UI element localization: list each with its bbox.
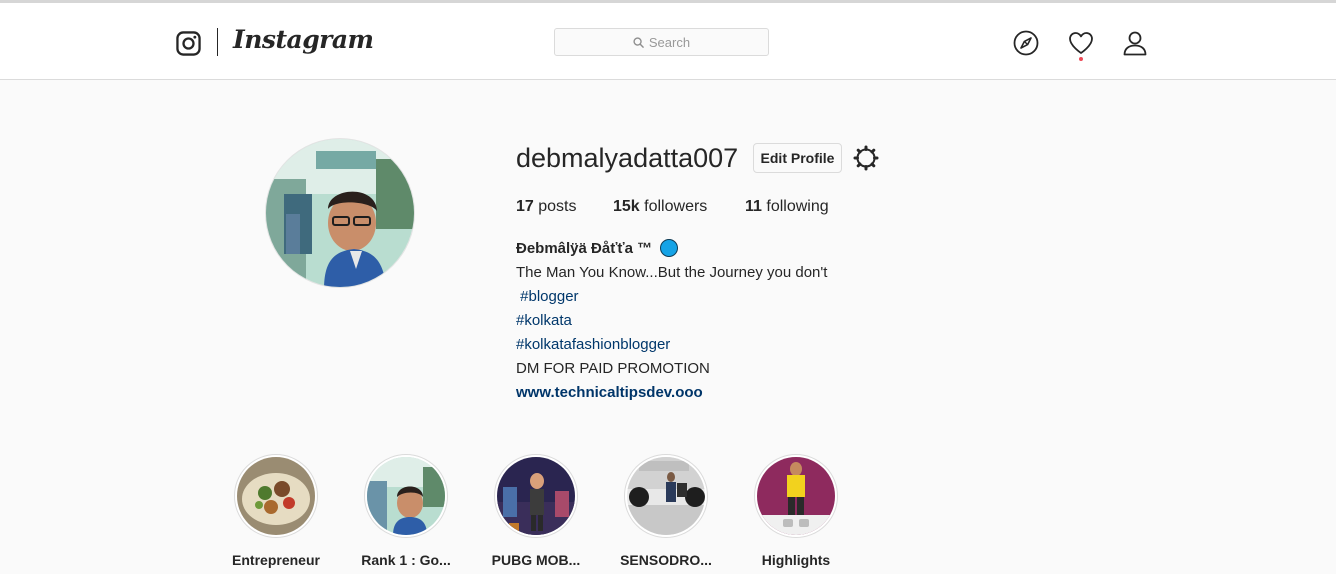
bio-tagline: The Man You Know...But the Journey you d… [516, 264, 828, 281]
search-input[interactable]: Search [554, 28, 769, 56]
bio-full-name: Ðebmâlÿä Ðåťťa ™ [516, 239, 679, 257]
highlight-label: Highlights [761, 552, 831, 568]
profile-avatar[interactable] [265, 138, 415, 288]
instagram-camera-icon[interactable] [176, 31, 201, 56]
highlight-cover [497, 457, 575, 535]
highlight-ring [624, 454, 708, 538]
highlight-sensodro[interactable]: SENSODRO... [606, 454, 726, 568]
bio-name-text: Ðebmâlÿä Ðåťťa ™ [516, 239, 653, 257]
posts-count: 17 posts [516, 198, 577, 216]
hashtag-kolkata[interactable]: #kolkata [516, 312, 572, 329]
posts-number: 17 [516, 198, 534, 215]
instagram-wordmark[interactable]: Instagram [233, 25, 374, 54]
following-number: 11 [745, 198, 762, 215]
posts-label: posts [538, 198, 577, 215]
notification-dot [1079, 57, 1083, 61]
highlight-label: SENSODRO... [620, 552, 712, 568]
highlight-ring [364, 454, 448, 538]
highlight-ring [754, 454, 838, 538]
highlight-label: PUBG MOB... [491, 552, 581, 568]
followers-number: 15k [613, 198, 640, 215]
profile-photo [266, 139, 414, 287]
highlight-rank-1[interactable]: Rank 1 : Go... [346, 454, 466, 568]
highlight-label: Entrepreneur [232, 552, 320, 568]
highlight-pubg-mobile[interactable]: PUBG MOB... [476, 454, 596, 568]
hashtag-kolkatafashionblogger[interactable]: #kolkatafashionblogger [516, 336, 670, 353]
bio-promotion-note: DM FOR PAID PROMOTION [516, 360, 710, 377]
search-placeholder: Search [648, 34, 691, 50]
hashtag-blogger[interactable]: #blogger [516, 288, 578, 305]
highlight-entrepreneur[interactable]: Entrepreneur [216, 454, 336, 568]
highlight-cover [367, 457, 445, 535]
highlight-cover [237, 457, 315, 535]
profile-user-icon[interactable] [1121, 29, 1149, 57]
highlight-ring [494, 454, 578, 538]
blue-circle-emoji-icon [660, 239, 679, 257]
highlight-label: Rank 1 : Go... [361, 552, 451, 568]
highlight-highlights[interactable]: Highlights [736, 454, 856, 568]
bio-website-link[interactable]: www.technicaltipsdev.ooo [516, 384, 703, 401]
profile-username: debmalyadatta007 [516, 143, 739, 173]
logo-divider [217, 28, 218, 56]
following-label: following [766, 198, 829, 215]
highlight-ring [234, 454, 318, 538]
followers-link[interactable]: 15k followers [613, 198, 707, 216]
search-icon [633, 36, 644, 48]
followers-label: followers [644, 198, 708, 215]
highlight-cover [627, 457, 705, 535]
explore-compass-icon[interactable] [1012, 29, 1040, 57]
settings-gear-icon[interactable] [853, 145, 879, 171]
top-navbar: Instagram Search [0, 3, 1336, 80]
highlight-cover [757, 457, 835, 535]
edit-profile-button[interactable]: Edit Profile [753, 143, 842, 173]
activity-heart-icon[interactable] [1067, 29, 1095, 57]
following-link[interactable]: 11 following [745, 198, 829, 216]
